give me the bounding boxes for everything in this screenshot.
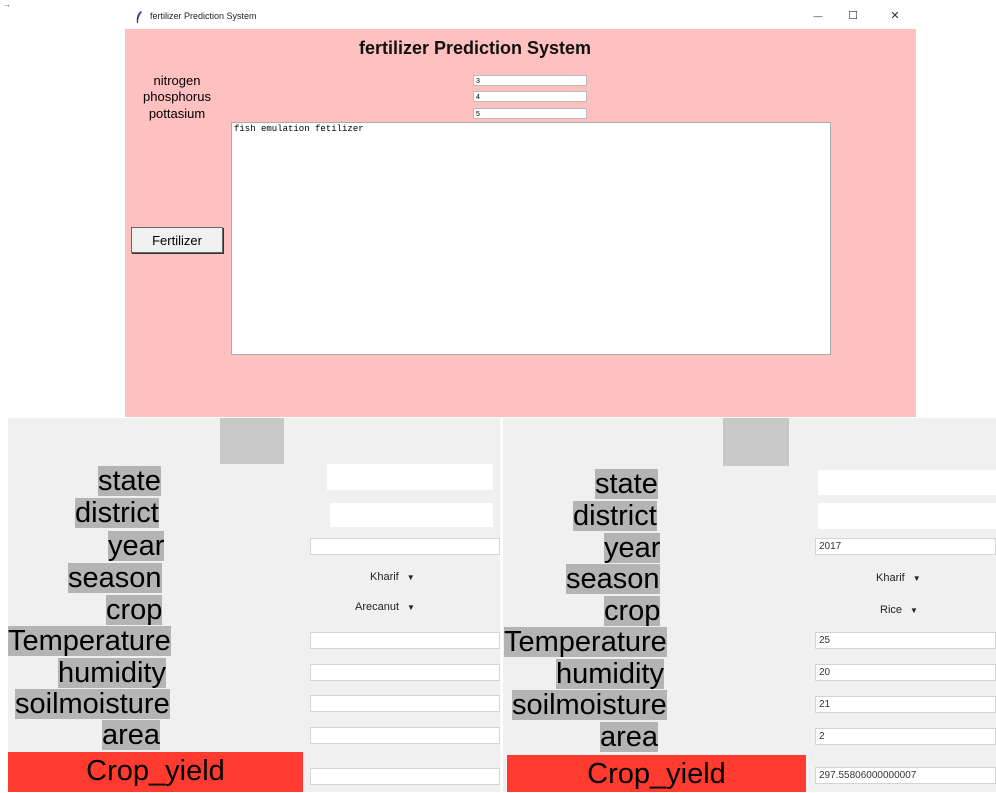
crop-selected: Arecanut — [355, 601, 400, 613]
district-input[interactable] — [330, 503, 493, 527]
window-titlebar: fertilizer Prediction System — ☐ ✕ — [125, 6, 916, 29]
close-button[interactable]: ✕ — [880, 9, 910, 22]
temperature-input[interactable]: 25 — [815, 632, 996, 649]
crop-label: crop — [604, 595, 661, 627]
corner-arrow-icon: → — [3, 0, 11, 9]
state-input[interactable] — [327, 464, 493, 490]
fertilizer-button[interactable]: Fertilizer — [131, 227, 223, 253]
crop-yield-button[interactable]: Crop_yield — [507, 755, 806, 792]
right-top-tab — [723, 418, 789, 466]
state-label: state — [595, 468, 658, 500]
season-label: season — [68, 562, 162, 594]
state-label: state — [98, 465, 161, 497]
nitrogen-label: nitrogen — [153, 73, 201, 88]
temperature-input[interactable] — [310, 632, 500, 649]
minimize-button[interactable]: — — [803, 11, 833, 21]
year-label: year — [108, 530, 165, 562]
crop-dropdown[interactable]: Arecanut ▼ — [355, 601, 415, 613]
year-input[interactable] — [310, 538, 500, 555]
district-label: district — [573, 500, 657, 532]
soilmoisture-label: soilmoisture — [15, 688, 170, 720]
season-selected: Kharif — [370, 571, 399, 583]
temperature-label: Temperature — [8, 625, 171, 657]
soilmoisture-label: soilmoisture — [512, 689, 667, 721]
pottasium-input[interactable]: 5 — [473, 108, 587, 119]
temperature-label: Temperature — [504, 626, 667, 658]
crop-dropdown[interactable]: Rice ▼ — [880, 604, 918, 616]
nitrogen-input[interactable]: 3 — [473, 75, 587, 86]
chevron-down-icon: ▼ — [407, 603, 415, 612]
crop-label: crop — [106, 594, 163, 626]
year-input[interactable]: 2017 — [815, 538, 996, 555]
pottasium-label: pottasium — [148, 106, 206, 121]
crop-yield-result: 297.55806000000007 — [815, 767, 996, 784]
humidity-label: humidity — [58, 657, 166, 689]
humidity-input[interactable] — [310, 664, 500, 681]
area-label: area — [600, 721, 659, 753]
humidity-input[interactable]: 20 — [815, 664, 996, 681]
district-input[interactable] — [818, 503, 996, 529]
fertilizer-result-text[interactable]: fish emulation fetilizer — [231, 122, 831, 355]
phosphorus-label: phosphorus — [143, 89, 211, 104]
area-input[interactable] — [310, 727, 500, 744]
window-title: fertilizer Prediction System — [150, 11, 257, 21]
chevron-down-icon: ▼ — [910, 606, 918, 615]
soilmoisture-input[interactable] — [310, 695, 500, 712]
state-input[interactable] — [818, 470, 996, 495]
left-top-tab — [220, 418, 284, 464]
chevron-down-icon: ▼ — [406, 573, 415, 582]
feather-icon — [136, 11, 142, 23]
year-label: year — [604, 532, 661, 564]
app-heading: fertilizer Prediction System — [358, 38, 592, 58]
crop-yield-button[interactable]: Crop_yield — [8, 752, 303, 792]
crop-yield-result — [310, 768, 500, 785]
crop-selected: Rice — [880, 604, 903, 616]
soilmoisture-input[interactable]: 21 — [815, 696, 996, 713]
phosphorus-input[interactable]: 4 — [473, 91, 587, 102]
area-label: area — [102, 719, 161, 751]
season-selected: Kharif — [876, 572, 905, 584]
season-label: season — [566, 563, 660, 595]
season-dropdown[interactable]: Kharif ▼ — [370, 571, 415, 583]
season-dropdown[interactable]: Kharif ▼ — [876, 572, 921, 584]
district-label: district — [75, 497, 159, 529]
maximize-button[interactable]: ☐ — [838, 9, 868, 22]
humidity-label: humidity — [556, 658, 664, 690]
area-input[interactable]: 2 — [815, 728, 996, 745]
chevron-down-icon: ▼ — [912, 574, 921, 583]
